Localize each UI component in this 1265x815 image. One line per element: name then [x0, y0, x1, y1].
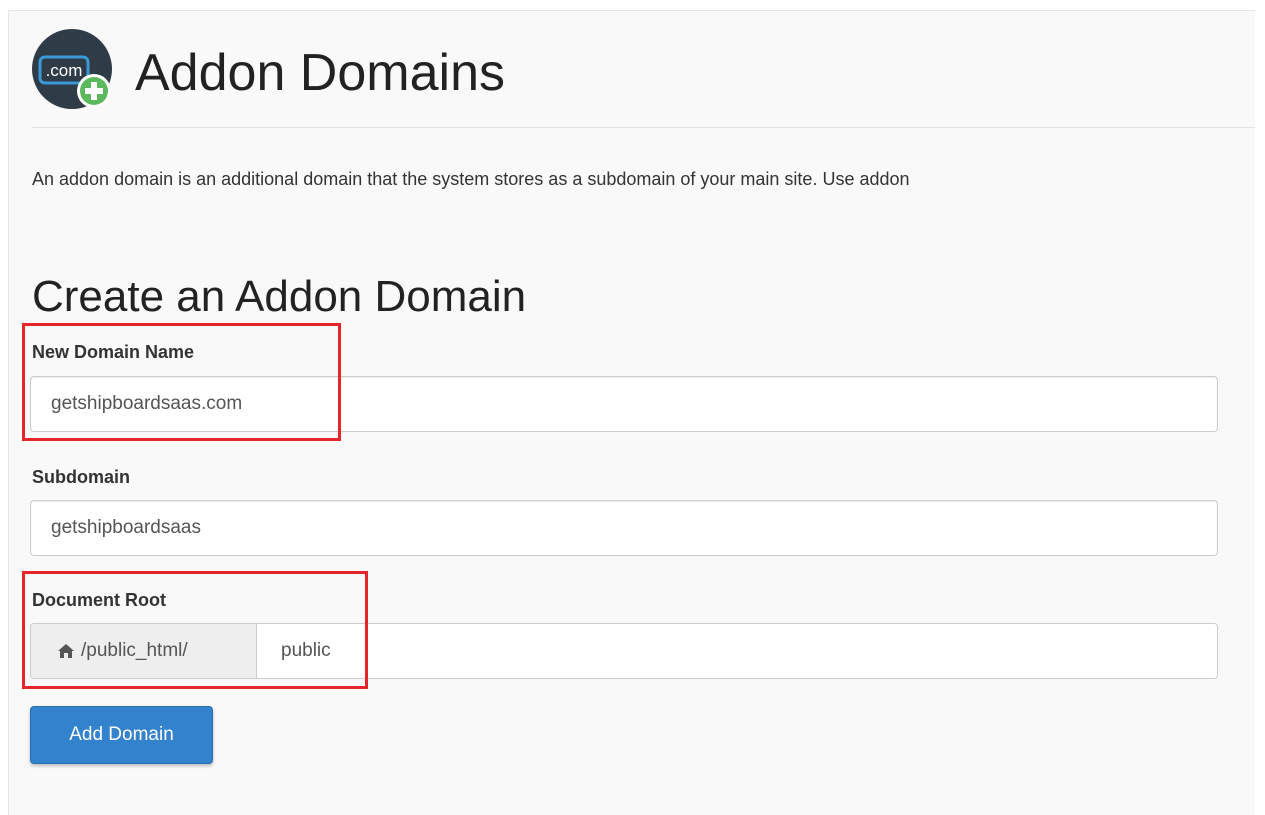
document-root-prefix: /public_html/ — [31, 624, 257, 678]
home-icon — [58, 644, 74, 658]
page-description: An addon domain is an additional domain … — [32, 169, 910, 189]
document-root-input[interactable] — [257, 624, 1217, 678]
header-divider — [32, 127, 1255, 128]
new-domain-label: New Domain Name — [32, 342, 195, 362]
svg-text:.com: .com — [46, 61, 83, 80]
new-domain-input[interactable] — [30, 376, 1218, 432]
document-root-prefix-text: /public_html/ — [81, 640, 188, 661]
add-domain-button[interactable]: Add Domain — [30, 706, 213, 764]
document-root-group: /public_html/ — [30, 623, 1218, 679]
addon-domains-page: .com Addon Domains An addon domain is an… — [8, 10, 1255, 815]
subdomain-label: Subdomain — [32, 467, 130, 487]
page-title: Addon Domains — [135, 44, 505, 102]
subdomain-input[interactable] — [30, 500, 1218, 556]
com-plus-icon: .com — [32, 29, 112, 109]
form-title: Create an Addon Domain — [32, 272, 527, 321]
document-root-label: Document Root — [32, 590, 166, 610]
